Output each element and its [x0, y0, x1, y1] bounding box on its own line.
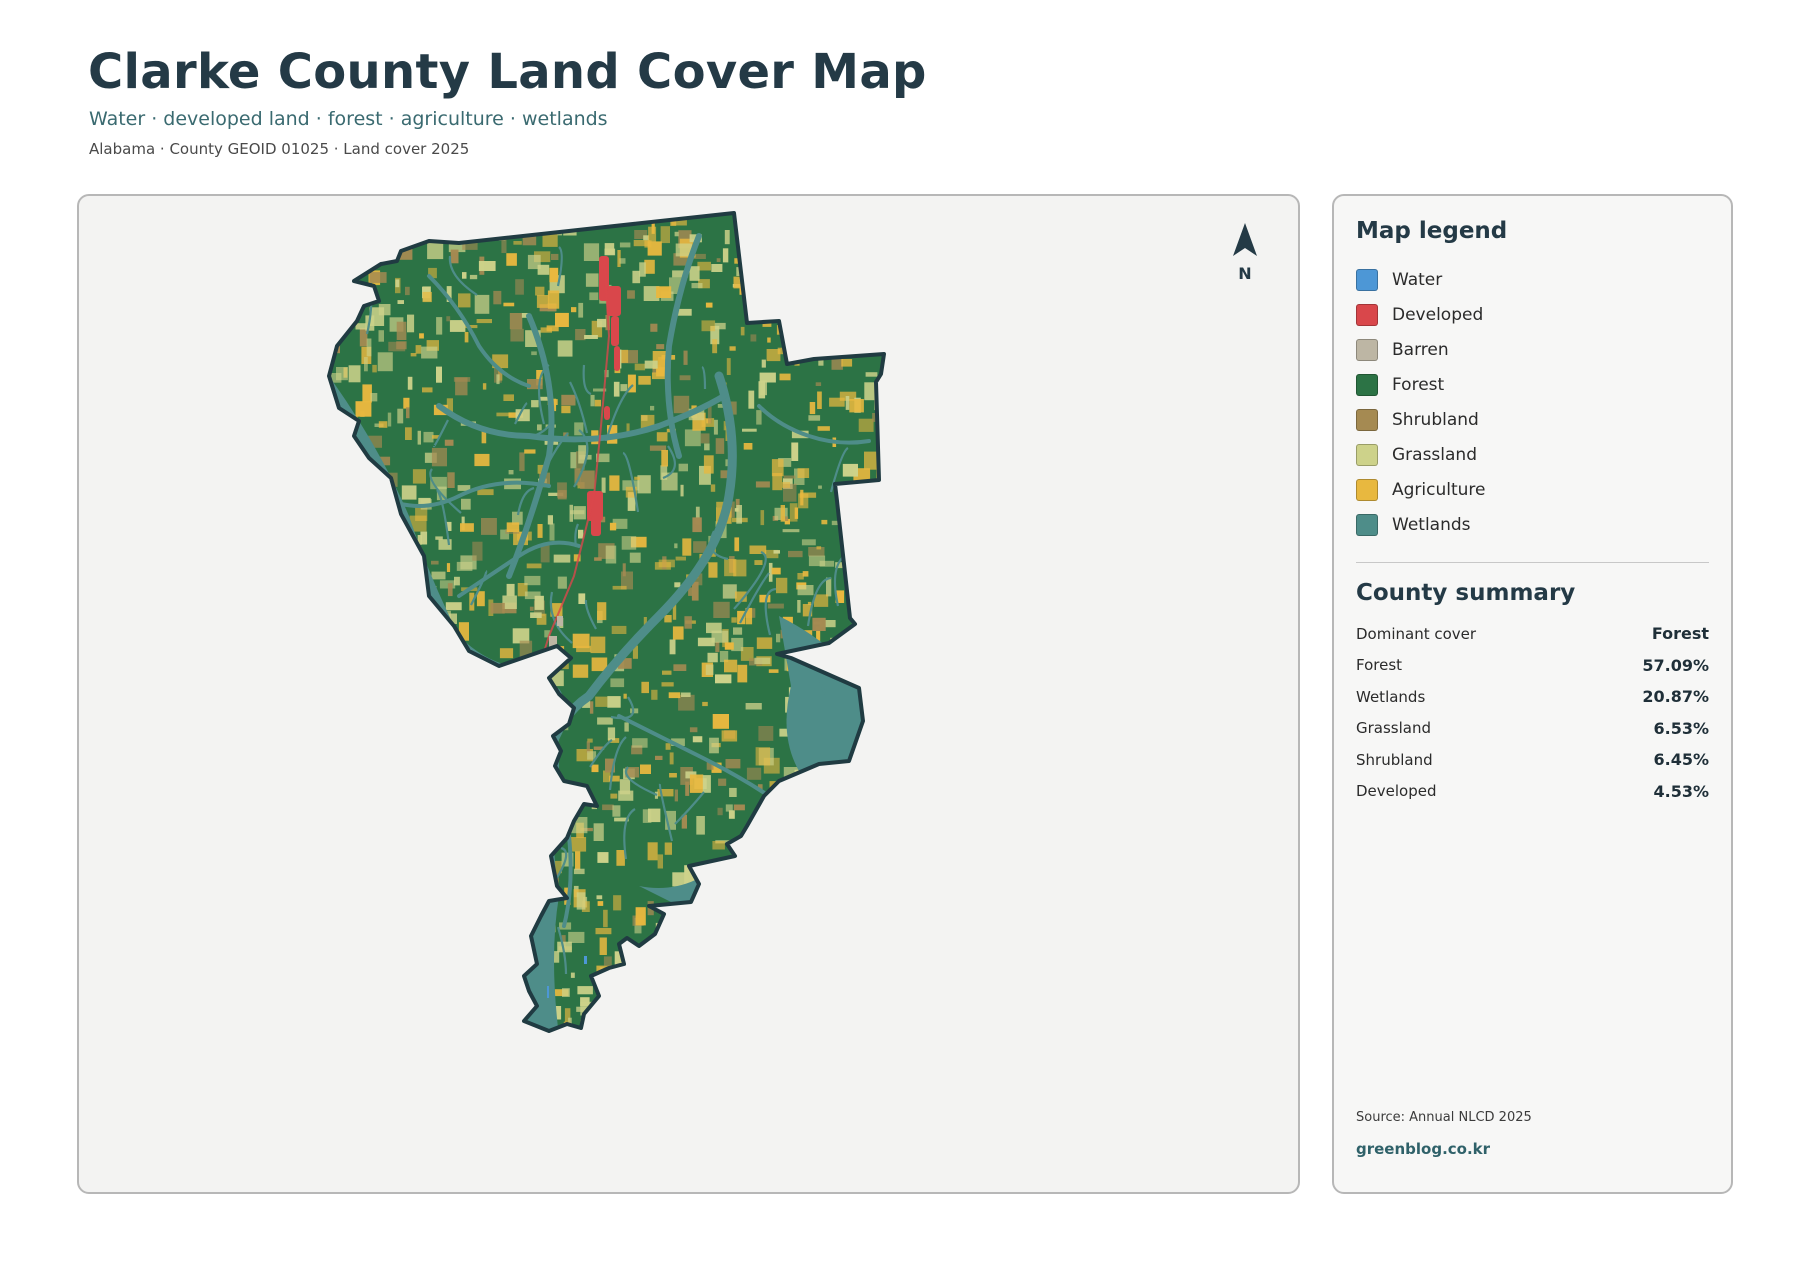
- page-subtitle: Water · developed land · forest · agricu…: [89, 108, 608, 130]
- shrubland-swatch: [1356, 408, 1378, 431]
- land-cover-map[interactable]: [79, 196, 1300, 1194]
- page-title: Clarke County Land Cover Map: [88, 44, 927, 100]
- legend-label: Developed: [1392, 304, 1484, 325]
- summary-row-dominant: Dominant cover Forest: [1356, 618, 1709, 650]
- legend-label: Agriculture: [1392, 479, 1486, 500]
- summary-key: Wetlands: [1356, 687, 1426, 706]
- barren-swatch: [1356, 338, 1378, 361]
- legend-label: Grassland: [1392, 444, 1477, 465]
- county-summary: Dominant cover Forest Forest 57.09% Wetl…: [1356, 618, 1709, 807]
- legend-item-shrubland: Shrubland: [1356, 402, 1486, 437]
- legend-item-barren: Barren: [1356, 332, 1486, 367]
- summary-row-forest: Forest 57.09%: [1356, 650, 1709, 682]
- summary-key: Dominant cover: [1356, 624, 1477, 643]
- summary-key: Shrubland: [1356, 750, 1433, 769]
- legend-label: Wetlands: [1392, 514, 1471, 535]
- legend-label: Barren: [1392, 339, 1449, 360]
- legend-item-wetlands: Wetlands: [1356, 507, 1486, 542]
- summary-key: Developed: [1356, 782, 1437, 801]
- legend-title: Map legend: [1356, 218, 1508, 244]
- north-arrow: N: [1219, 222, 1271, 283]
- summary-value: 4.53%: [1653, 781, 1709, 801]
- developed-swatch: [1356, 303, 1378, 326]
- wetlands-swatch: [1356, 513, 1378, 536]
- legend-label: Shrubland: [1392, 409, 1479, 430]
- north-arrow-icon: [1233, 223, 1257, 256]
- site-link[interactable]: greenblog.co.kr: [1356, 1140, 1490, 1158]
- summary-value: 6.45%: [1653, 750, 1709, 770]
- summary-row-developed: Developed 4.53%: [1356, 776, 1709, 808]
- grassland-swatch: [1356, 443, 1378, 466]
- legend-item-grassland: Grassland: [1356, 437, 1486, 472]
- panel-divider: [1356, 562, 1709, 563]
- side-panel: Map legend Water Developed Barren Forest…: [1332, 194, 1733, 1194]
- summary-value: Forest: [1651, 624, 1709, 644]
- legend-label: Forest: [1392, 374, 1445, 395]
- data-source: Source: Annual NLCD 2025: [1356, 1110, 1532, 1125]
- summary-value: 20.87%: [1642, 687, 1709, 707]
- legend-item-developed: Developed: [1356, 297, 1486, 332]
- summary-key: Grassland: [1356, 719, 1431, 738]
- summary-title: County summary: [1356, 580, 1576, 606]
- summary-row-grassland: Grassland 6.53%: [1356, 713, 1709, 745]
- legend-item-forest: Forest: [1356, 367, 1486, 402]
- forest-swatch: [1356, 373, 1378, 396]
- summary-row-shrubland: Shrubland 6.45%: [1356, 744, 1709, 776]
- legend-item-water: Water: [1356, 262, 1486, 297]
- water-swatch: [1356, 268, 1378, 291]
- legend-list: Water Developed Barren Forest Shrubland …: [1356, 262, 1486, 542]
- legend-label: Water: [1392, 269, 1443, 290]
- map-panel[interactable]: [77, 194, 1300, 1194]
- north-label: N: [1238, 264, 1252, 283]
- page-meta: Alabama · County GEOID 01025 · Land cove…: [89, 140, 470, 158]
- agriculture-swatch: [1356, 478, 1378, 501]
- summary-value: 6.53%: [1653, 718, 1709, 738]
- summary-row-wetlands: Wetlands 20.87%: [1356, 681, 1709, 713]
- county-boundary: [329, 213, 884, 1031]
- summary-key: Forest: [1356, 656, 1403, 675]
- summary-value: 57.09%: [1642, 655, 1709, 675]
- legend-item-agriculture: Agriculture: [1356, 472, 1486, 507]
